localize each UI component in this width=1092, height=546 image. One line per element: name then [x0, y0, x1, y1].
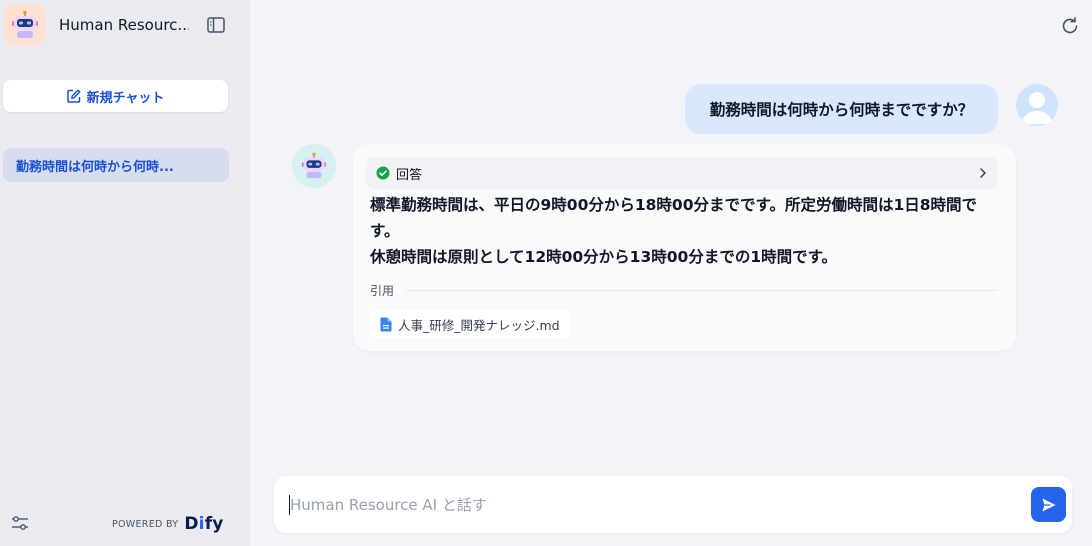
robot-icon	[12, 10, 38, 38]
user-icon	[1021, 92, 1053, 124]
bot-answer-card: 回答 標準勤務時間は、平日の9時00分から18時00分までです。所定労働時間は1…	[353, 144, 1016, 351]
new-chat-label: 新規チャット	[86, 90, 165, 106]
app-title: Human Resourc...	[59, 16, 189, 34]
chevron-right-icon	[980, 168, 986, 178]
bot-answer-text: 標準勤務時間は、平日の9時00分から18時00分までです。所定労働時間は1日8時…	[370, 192, 1000, 270]
chat-input[interactable]	[290, 494, 1010, 516]
send-button[interactable]	[1031, 487, 1066, 522]
new-chat-button[interactable]: 新規チャット	[3, 80, 228, 112]
conversation-item[interactable]: 勤務時間は何時から何時...	[3, 148, 229, 182]
chat-main: 勤務時間は何時から何時までですか？ 回答 標準勤務時間は、平日の9時00分から1…	[252, 0, 1092, 546]
dify-logo-letter: D	[184, 514, 199, 534]
edit-icon	[66, 89, 81, 103]
citation-item[interactable]: 人事_研修_開発ナレッジ.md	[370, 310, 570, 338]
sliders-icon	[12, 516, 28, 530]
sidebar-toggle-icon	[207, 17, 225, 33]
refresh-icon	[1062, 17, 1078, 34]
powered-by: POWERED BY Dify	[112, 514, 224, 534]
dify-logo[interactable]: Dify	[184, 514, 223, 534]
citation-name: 人事_研修_開発ナレッジ.md	[398, 317, 560, 333]
citation-label: 引用	[370, 284, 395, 298]
check-circle-icon	[376, 166, 390, 180]
answer-line: 標準勤務時間は、平日の9時00分から18時00分までです。所定労働時間は1日8時…	[370, 196, 978, 240]
citation-divider	[406, 290, 998, 291]
chat-input-box	[274, 476, 1072, 533]
powered-by-label: POWERED BY	[112, 518, 179, 530]
restart-chat-button[interactable]	[1060, 16, 1080, 36]
sidebar-collapse-button[interactable]	[207, 17, 225, 33]
workflow-label: 回答	[396, 167, 423, 183]
sidebar: Human Resourc... 新規チャット 勤務時間は何時から何時... P…	[0, 0, 250, 546]
dify-logo-tail: fy	[204, 514, 224, 534]
bot-avatar	[292, 144, 336, 188]
user-avatar	[1016, 84, 1058, 126]
answer-line: 休憩時間は原則として12時00分から13時00分までの1時間です。	[370, 248, 838, 266]
app-header: Human Resourc...	[0, 0, 250, 52]
citation-header: 引用	[370, 282, 998, 299]
robot-icon	[301, 152, 327, 179]
app-avatar	[4, 4, 46, 46]
user-message: 勤務時間は何時から何時までですか？	[685, 84, 998, 134]
send-icon	[1042, 498, 1055, 511]
document-icon	[380, 317, 392, 331]
workflow-process-toggle[interactable]: 回答	[366, 157, 998, 189]
settings-button[interactable]	[11, 515, 29, 531]
